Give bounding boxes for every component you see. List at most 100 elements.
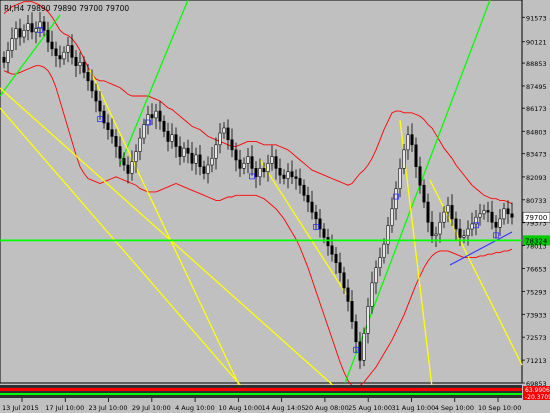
x-tick-label: 4 Sep 10:00 bbox=[435, 404, 474, 412]
candle-body bbox=[442, 211, 446, 223]
candle-body bbox=[122, 157, 126, 166]
candle-body bbox=[10, 38, 14, 51]
candle-body bbox=[58, 55, 62, 60]
candle-body bbox=[230, 139, 234, 151]
candle-body bbox=[98, 100, 102, 112]
candle-body bbox=[462, 235, 466, 238]
indicator-panel bbox=[0, 385, 522, 398]
candle-body bbox=[434, 233, 438, 237]
candle-body bbox=[34, 28, 38, 33]
candle-body bbox=[170, 134, 174, 142]
candle-body bbox=[114, 136, 118, 147]
candle-body bbox=[470, 223, 474, 230]
candle-body bbox=[270, 156, 274, 164]
candle-body bbox=[286, 171, 290, 179]
candle-body bbox=[498, 218, 502, 228]
indicator-line-red bbox=[0, 388, 522, 391]
candle-body bbox=[254, 168, 258, 178]
indicator-label-1: 63.9906 bbox=[525, 387, 550, 394]
current-price-label: 79700 bbox=[525, 214, 547, 222]
candle-body bbox=[66, 45, 70, 53]
candle-body bbox=[446, 205, 450, 213]
candle-body bbox=[226, 127, 230, 141]
x-tick-label: 10 Aug 10:00 bbox=[218, 404, 262, 412]
candle-body bbox=[386, 225, 390, 245]
candle-body bbox=[2, 56, 6, 63]
x-tick-label: 25 Aug 10:00 bbox=[348, 404, 392, 412]
y-tick-label: 87495 bbox=[526, 83, 547, 91]
x-tick-label: 20 Aug 08:00 bbox=[305, 404, 349, 412]
candle-body bbox=[278, 168, 282, 176]
candle-body bbox=[358, 341, 362, 361]
y-tick-label: 86173 bbox=[526, 105, 547, 113]
y-tick-label: 71213 bbox=[526, 357, 547, 365]
price-chart[interactable]: 78324 9157390121888538749586173848038347… bbox=[0, 0, 550, 413]
candle-body bbox=[506, 208, 510, 215]
candle-body bbox=[162, 120, 166, 132]
candle-body bbox=[486, 210, 490, 213]
candle-body bbox=[310, 201, 314, 213]
candle-body bbox=[422, 184, 426, 203]
candle-body bbox=[222, 127, 226, 134]
candle-body bbox=[478, 213, 482, 218]
candle-body bbox=[118, 146, 122, 159]
candle-body bbox=[182, 147, 186, 157]
x-tick-label: 31 Aug 10:00 bbox=[391, 404, 435, 412]
candle-body bbox=[346, 287, 350, 302]
candle-body bbox=[138, 137, 142, 152]
candle-body bbox=[318, 218, 322, 230]
candle-body bbox=[342, 272, 346, 289]
candle-body bbox=[22, 30, 26, 38]
candle-body bbox=[322, 228, 326, 238]
candle-body bbox=[46, 30, 50, 43]
candle-body bbox=[218, 132, 222, 146]
candle-body bbox=[326, 237, 330, 247]
candle-body bbox=[494, 221, 498, 228]
candle-body bbox=[70, 45, 74, 58]
x-tick-label: 10 Sep 10:00 bbox=[478, 404, 521, 412]
candle-body bbox=[414, 144, 418, 167]
candle-body bbox=[430, 221, 434, 237]
candle-body bbox=[194, 154, 198, 164]
candle-body bbox=[338, 262, 342, 274]
indicator-line-green bbox=[0, 393, 522, 395]
candle-body bbox=[258, 168, 262, 178]
y-tick-label: 72573 bbox=[526, 334, 547, 342]
candle-body bbox=[150, 114, 154, 119]
y-tick-label: 88853 bbox=[526, 60, 547, 68]
candle-body bbox=[82, 61, 86, 73]
x-tick-label: 17 Jul 10:00 bbox=[45, 404, 84, 412]
x-tick-label: 13 Jul 2015 bbox=[2, 404, 39, 412]
candle-body bbox=[246, 156, 250, 164]
candle-body bbox=[86, 72, 90, 82]
candle-body bbox=[154, 110, 158, 119]
x-tick-label: 29 Jul 10:00 bbox=[132, 404, 171, 412]
candle-body bbox=[130, 161, 134, 174]
candle-body bbox=[450, 205, 454, 220]
candle-body bbox=[30, 23, 34, 33]
indicator-label-2: -20.3709 bbox=[525, 394, 550, 401]
candle-body bbox=[290, 171, 294, 178]
candle-body bbox=[126, 164, 130, 174]
candle-body bbox=[454, 218, 458, 230]
plot-area bbox=[0, 0, 523, 384]
candle-body bbox=[282, 174, 286, 179]
candle-body bbox=[262, 168, 266, 173]
x-tick-label: 23 Jul 10:00 bbox=[89, 404, 128, 412]
candle-body bbox=[202, 166, 206, 174]
candle-body bbox=[210, 157, 214, 166]
candle-body bbox=[382, 243, 386, 258]
candle-body bbox=[214, 144, 218, 159]
candle-body bbox=[146, 114, 150, 125]
candle-body bbox=[134, 151, 138, 162]
candle-body bbox=[334, 253, 338, 263]
candle-body bbox=[6, 50, 10, 63]
candle-body bbox=[26, 23, 30, 31]
candle-body bbox=[410, 134, 414, 146]
candle-body bbox=[206, 164, 210, 174]
candle-body bbox=[250, 156, 254, 169]
candle-body bbox=[54, 48, 58, 56]
candle-body bbox=[370, 282, 374, 307]
candle-body bbox=[242, 163, 246, 169]
candle-body bbox=[458, 228, 462, 238]
